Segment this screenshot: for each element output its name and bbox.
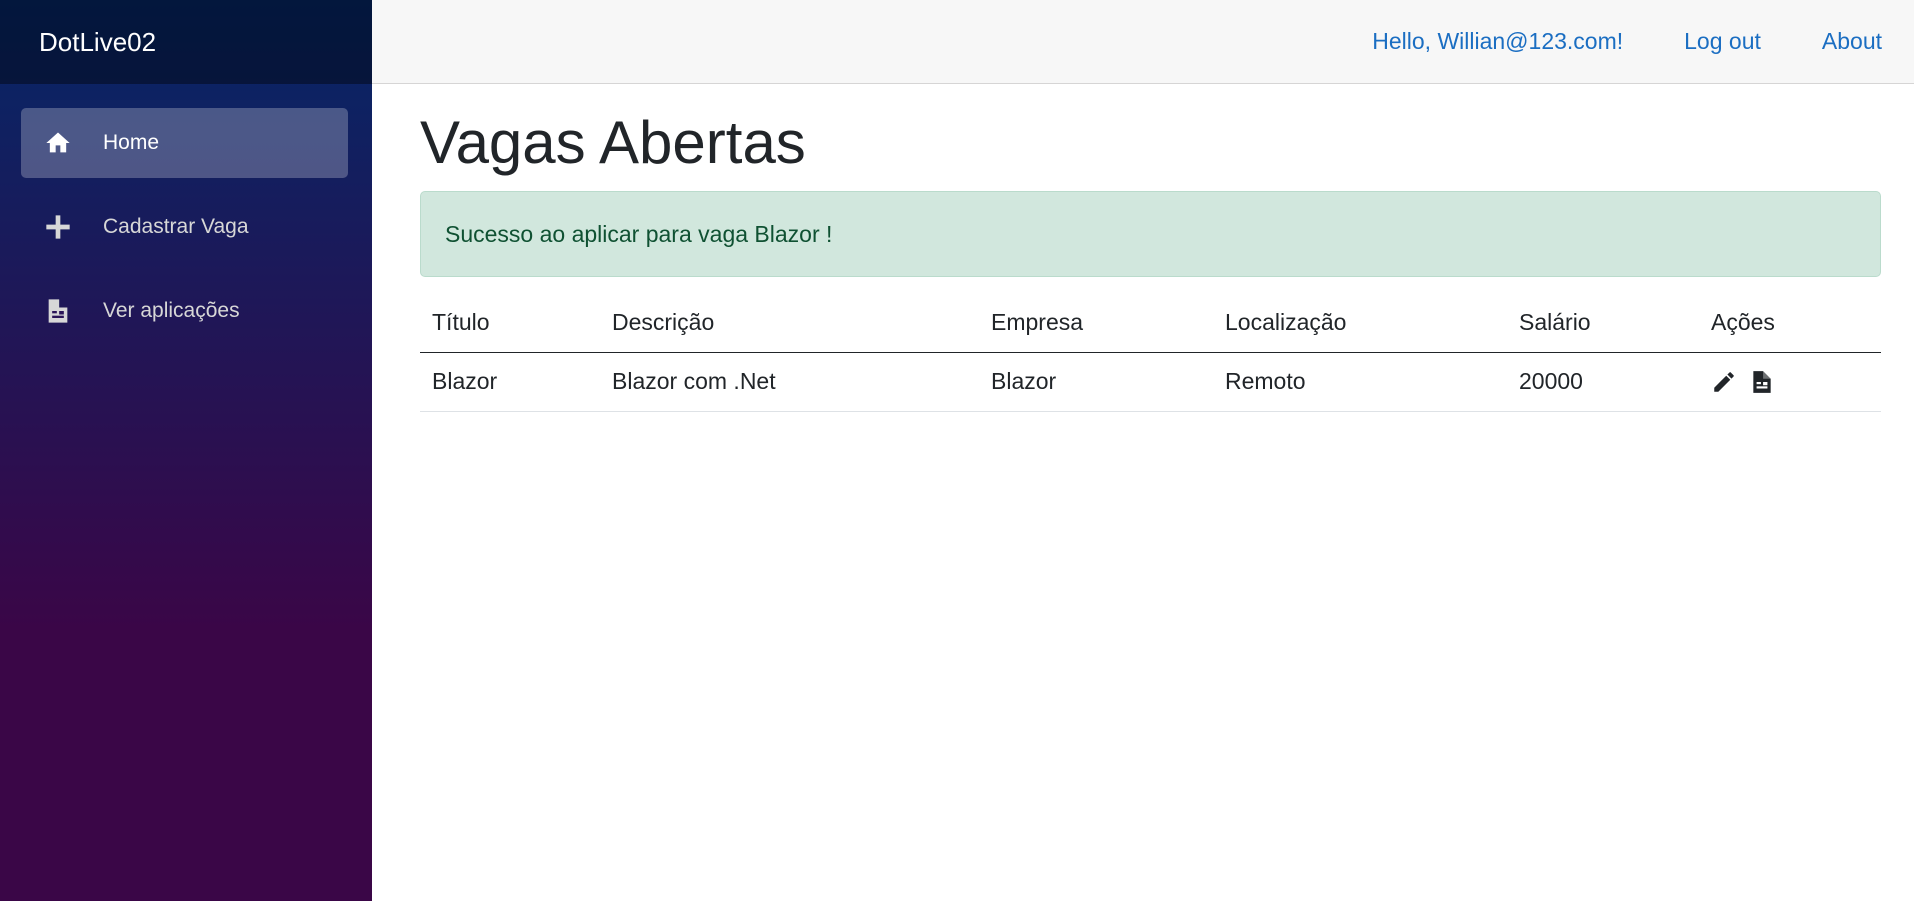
brand-bar: DotLive02 [0, 0, 372, 84]
row-actions [1711, 369, 1869, 395]
cell-localizacao: Remoto [1213, 352, 1507, 412]
column-header-localizacao: Localização [1213, 295, 1507, 353]
about-link[interactable]: About [1822, 28, 1882, 55]
cell-salario: 20000 [1507, 352, 1699, 412]
column-header-acoes: Ações [1699, 295, 1881, 353]
cell-empresa: Blazor [979, 352, 1213, 412]
sidebar: DotLive02 Home Cadastrar Vaga Ver aplica… [0, 0, 372, 901]
sidebar-item-home: Home [0, 108, 372, 178]
cell-titulo: Blazor [420, 352, 600, 412]
apply-document-icon[interactable] [1749, 369, 1775, 395]
top-bar: Hello, Willian@123.com! Log out About [372, 0, 1914, 84]
page-title: Vagas Abertas [420, 109, 806, 176]
success-alert: Sucesso ao aplicar para vaga Blazor ! [420, 191, 1881, 277]
home-icon [43, 128, 73, 158]
table-row: Blazor Blazor com .Net Blazor Remoto 200… [420, 352, 1881, 412]
plus-icon [43, 212, 73, 242]
logout-link[interactable]: Log out [1684, 28, 1761, 55]
sidebar-link-home[interactable]: Home [21, 108, 348, 178]
column-header-descricao: Descrição [600, 295, 979, 353]
sidebar-item-label: Cadastrar Vaga [103, 215, 249, 238]
sidebar-item-label: Home [103, 131, 160, 154]
column-header-empresa: Empresa [979, 295, 1213, 353]
table-header-row: Título Descrição Empresa Localização Sal… [420, 295, 1881, 353]
alert-message: Sucesso ao aplicar para vaga Blazor ! [445, 220, 833, 247]
sidebar-item-label: Ver aplicações [103, 299, 240, 322]
column-header-titulo: Título [420, 295, 600, 353]
user-greeting-link[interactable]: Hello, Willian@123.com! [1372, 28, 1623, 55]
main-content: Vagas Abertas Sucesso ao aplicar para va… [420, 84, 1881, 412]
cell-descricao: Blazor com .Net [600, 352, 979, 412]
sidebar-nav: Home Cadastrar Vaga Ver aplicações [0, 84, 372, 346]
document-icon [43, 296, 73, 326]
sidebar-link-ver-aplicacoes[interactable]: Ver aplicações [21, 276, 348, 346]
column-header-salario: Salário [1507, 295, 1699, 353]
sidebar-link-cadastrar-vaga[interactable]: Cadastrar Vaga [21, 192, 348, 262]
cell-acoes [1699, 352, 1881, 412]
sidebar-item-ver-aplicacoes: Ver aplicações [0, 276, 372, 346]
vagas-table: Título Descrição Empresa Localização Sal… [420, 295, 1881, 412]
pencil-icon[interactable] [1711, 369, 1737, 395]
sidebar-item-cadastrar-vaga: Cadastrar Vaga [0, 192, 372, 262]
brand-link[interactable]: DotLive02 [39, 27, 156, 58]
